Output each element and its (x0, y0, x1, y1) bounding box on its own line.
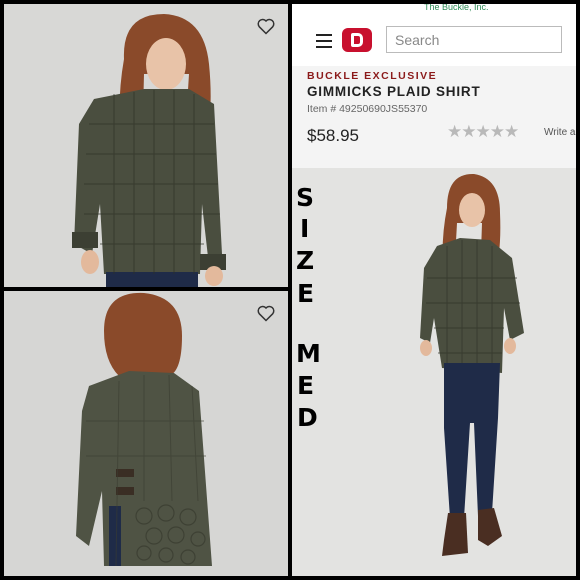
model-back-figure (76, 292, 212, 567)
size-letter-z: Z (296, 246, 315, 275)
photo-front-view[interactable] (4, 4, 288, 287)
top-link-strip: The Buckle, Inc. (292, 4, 576, 14)
search-box[interactable] (386, 26, 562, 53)
product-photo[interactable] (292, 168, 576, 576)
item-number: Item # 49250690JS55370 (307, 103, 428, 115)
hamburger-icon[interactable] (316, 34, 332, 48)
model-full-figure (420, 173, 524, 556)
heart-icon[interactable] (256, 16, 276, 36)
med-letter-m: M (296, 339, 321, 368)
product-price: $58.95 (307, 126, 359, 145)
write-review-link[interactable]: Write a (544, 127, 576, 138)
size-letter-e: E (297, 279, 315, 308)
product-page-screenshot: The Buckle, Inc. BUCKLE EXCLUSIVE GIMMIC… (292, 4, 576, 576)
size-letter-s: S (296, 183, 315, 212)
product-title: GIMMICKS PLAID SHIRT (307, 84, 481, 99)
rating-stars[interactable]: ★★★★★ (447, 122, 519, 142)
exclusive-badge: BUCKLE EXCLUSIVE (307, 70, 438, 82)
model-front-figure (72, 14, 226, 287)
med-letter-d: D (297, 403, 318, 432)
heart-icon[interactable] (256, 303, 276, 323)
med-letter-e: E (297, 371, 315, 400)
size-letter-i: I (300, 214, 310, 243)
search-input[interactable] (387, 27, 561, 52)
buckle-logo-icon[interactable] (342, 28, 372, 52)
photo-back-view[interactable] (4, 291, 288, 576)
company-link[interactable]: The Buckle, Inc. (424, 4, 489, 12)
